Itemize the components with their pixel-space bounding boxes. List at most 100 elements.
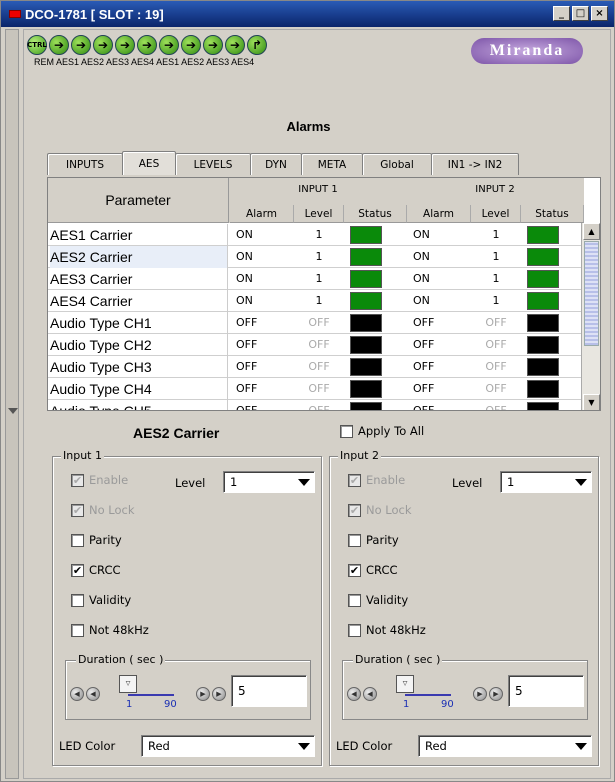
checkbox-icon[interactable]: [71, 533, 84, 547]
ctrl-status-icon[interactable]: CTRL: [27, 35, 47, 55]
no-lock-checkbox[interactable]: ✔ No Lock: [71, 503, 135, 517]
chevron-down-icon: [575, 743, 587, 750]
tab-levels[interactable]: LEVELS: [175, 153, 251, 175]
next-icon[interactable]: ▶: [473, 687, 487, 701]
aes2-out-status-icon[interactable]: ➔: [181, 35, 201, 55]
first-icon[interactable]: ◀: [347, 687, 361, 701]
last-icon[interactable]: ▶: [489, 687, 503, 701]
next-icon[interactable]: ▶: [196, 687, 210, 701]
tab-meta[interactable]: META: [301, 153, 363, 175]
page-title: Alarms: [286, 119, 331, 134]
checkmark-icon[interactable]: ✔: [348, 563, 361, 577]
tab-dyn[interactable]: DYN: [250, 153, 302, 175]
checkbox-icon[interactable]: [340, 424, 353, 438]
crcc-checkbox[interactable]: ✔ CRCC: [348, 563, 398, 577]
reference-status-icon[interactable]: ↱: [247, 35, 267, 55]
table-row[interactable]: AES2 Carrier ON 1 ON 1: [48, 246, 584, 268]
status-col-header: Status: [344, 205, 407, 223]
tab-in1-in2[interactable]: IN1 -> IN2: [431, 153, 519, 175]
tab-aes[interactable]: AES: [122, 151, 176, 175]
validity-checkbox[interactable]: Validity: [71, 593, 131, 607]
parity-checkbox[interactable]: Parity: [348, 533, 399, 547]
table-row[interactable]: AES1 Carrier ON 1 ON 1: [48, 224, 584, 246]
duration-slider-track[interactable]: [405, 694, 451, 696]
parameter-name: AES3 Carrier: [50, 268, 228, 290]
led-color-dropdown[interactable]: Red: [418, 735, 592, 757]
parity-checkbox[interactable]: Parity: [71, 533, 122, 547]
miranda-logo: Miranda: [471, 38, 583, 64]
led-color-dropdown[interactable]: Red: [141, 735, 315, 757]
checkbox-icon[interactable]: [348, 623, 361, 637]
input1-status-indicator: [350, 226, 382, 244]
not-48khz-checkbox[interactable]: Not 48kHz: [71, 623, 149, 637]
level-dropdown[interactable]: 1: [500, 471, 592, 493]
crcc-checkbox[interactable]: ✔ CRCC: [71, 563, 121, 577]
input1-level-value: OFF: [308, 382, 330, 395]
rem-status-icon[interactable]: ➔: [49, 35, 69, 55]
status-icon-bar: CTRL ➔ ➔ ➔ ➔ ➔ ➔ ➔ ➔ ➔ ↱: [27, 35, 269, 55]
not-48khz-label: Not 48kHz: [366, 623, 426, 637]
input1-level-value: OFF: [308, 316, 330, 329]
apply-to-all-checkbox[interactable]: Apply To All: [340, 424, 424, 438]
aes4-out-status-icon[interactable]: ➔: [225, 35, 245, 55]
table-row[interactable]: Audio Type CH4 OFF OFF OFF OFF: [48, 378, 584, 400]
duration-input[interactable]: 5: [231, 675, 307, 707]
checkbox-icon[interactable]: [348, 533, 361, 547]
tab-inputs[interactable]: INPUTS: [47, 153, 123, 175]
input2-status-indicator: [527, 380, 559, 398]
checkbox-icon[interactable]: [348, 593, 361, 607]
slider-min-label: 1: [126, 699, 133, 710]
checkbox-icon[interactable]: [71, 623, 84, 637]
validity-checkbox[interactable]: Validity: [348, 593, 408, 607]
title-bar: DCO-1781 [ SLOT : 19] _ □ ×: [1, 1, 614, 27]
table-scrollbar[interactable]: ▲ ▼: [581, 223, 600, 410]
aes3-status-icon[interactable]: ➔: [115, 35, 135, 55]
table-row[interactable]: Audio Type CH3 OFF OFF OFF OFF: [48, 356, 584, 378]
level-dropdown[interactable]: 1: [223, 471, 315, 493]
aes3-out-status-icon[interactable]: ➔: [203, 35, 223, 55]
duration-slider-track[interactable]: [128, 694, 174, 696]
close-button[interactable]: ×: [591, 6, 608, 21]
table-row[interactable]: Audio Type CH2 OFF OFF OFF OFF: [48, 334, 584, 356]
aes4-status-icon[interactable]: ➔: [137, 35, 157, 55]
scroll-thumb[interactable]: [584, 241, 599, 346]
table-row[interactable]: Audio Type CH5 OFF OFF OFF OFF: [48, 400, 584, 410]
enable-checkbox[interactable]: ✔ Enable: [348, 473, 405, 487]
checkmark-icon: ✔: [71, 503, 84, 517]
tab-global[interactable]: Global: [362, 153, 432, 175]
led-color-value: Red: [425, 739, 447, 753]
input1-alarm-value: ON: [236, 294, 253, 307]
input2-status-indicator: [527, 226, 559, 244]
input2-alarm-value: OFF: [413, 382, 435, 395]
no-lock-label: No Lock: [366, 503, 412, 517]
duration-slider-thumb[interactable]: ▽: [396, 675, 414, 693]
duration-input[interactable]: 5: [508, 675, 584, 707]
duration-slider-thumb[interactable]: ▽: [119, 675, 137, 693]
scroll-up-icon[interactable]: ▲: [583, 223, 600, 240]
table-row[interactable]: Audio Type CH1 OFF OFF OFF OFF: [48, 312, 584, 334]
prev-icon[interactable]: ◀: [86, 687, 100, 701]
scroll-down-icon[interactable]: ▼: [583, 394, 600, 410]
not-48khz-checkbox[interactable]: Not 48kHz: [348, 623, 426, 637]
enable-checkbox[interactable]: ✔ Enable: [71, 473, 128, 487]
input2-level-value: OFF: [485, 316, 507, 329]
minimize-button[interactable]: _: [553, 6, 570, 21]
table-row[interactable]: AES3 Carrier ON 1 ON 1: [48, 268, 584, 290]
checkmark-icon[interactable]: ✔: [71, 563, 84, 577]
duration-group: Duration ( sec ) ◀ ◀ ▽ 1 90 ▶ ▶ 5: [65, 653, 311, 720]
aes2-status-icon[interactable]: ➔: [93, 35, 113, 55]
input2-level-value: OFF: [485, 360, 507, 373]
level-label: Level: [452, 476, 483, 490]
aes1-status-icon[interactable]: ➔: [71, 35, 91, 55]
input1-status-indicator: [350, 248, 382, 266]
table-row[interactable]: AES4 Carrier ON 1 ON 1: [48, 290, 584, 312]
last-icon[interactable]: ▶: [212, 687, 226, 701]
enable-label: Enable: [89, 473, 129, 487]
prev-icon[interactable]: ◀: [363, 687, 377, 701]
first-icon[interactable]: ◀: [70, 687, 84, 701]
checkbox-icon[interactable]: [71, 593, 84, 607]
aes1-out-status-icon[interactable]: ➔: [159, 35, 179, 55]
collapse-sidebar[interactable]: [5, 29, 19, 779]
maximize-button[interactable]: □: [572, 6, 589, 21]
no-lock-checkbox[interactable]: ✔ No Lock: [348, 503, 412, 517]
